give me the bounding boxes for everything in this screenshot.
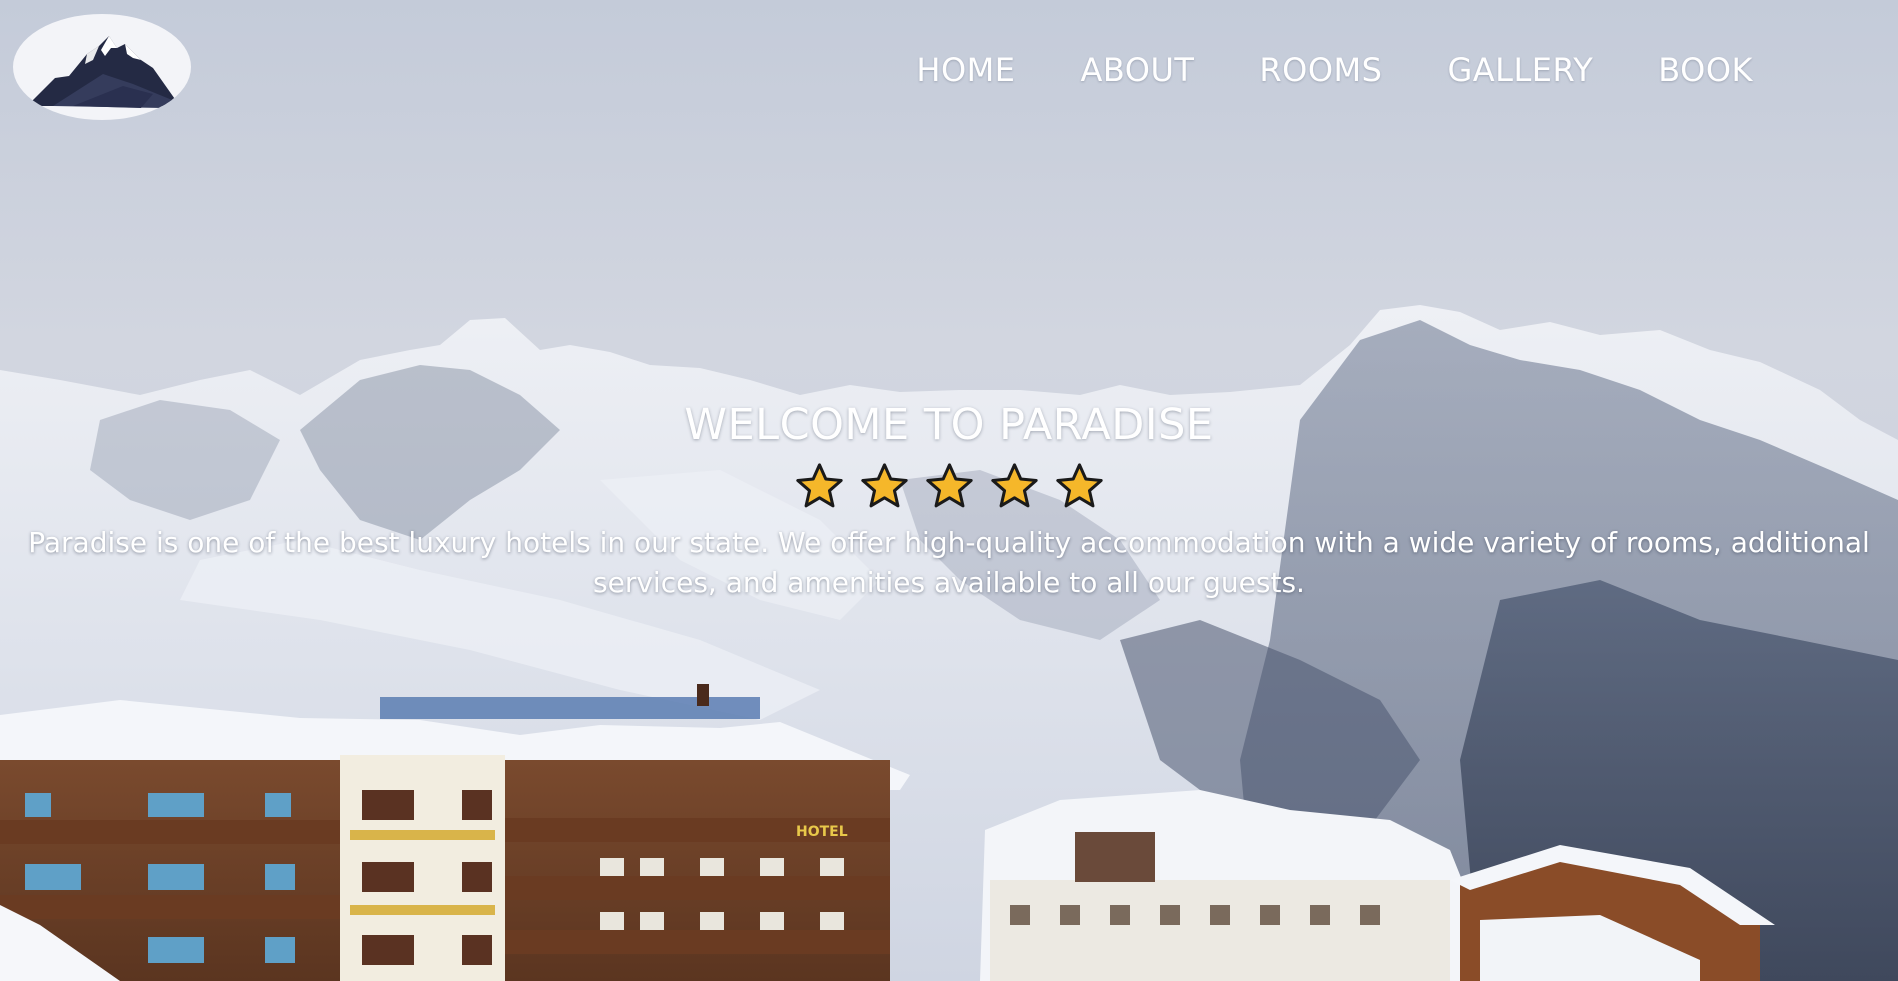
hero-section: HOTEL HOME ABOUT ROOMS GALLERY BOOK WELC… (0, 0, 1898, 981)
nav-about[interactable]: ABOUT (1080, 48, 1194, 92)
hotel-sign: HOTEL (796, 824, 848, 840)
star-icon (925, 463, 973, 508)
nav-home[interactable]: HOME (916, 48, 1015, 92)
star-icon (990, 463, 1038, 508)
mountain-icon (27, 36, 177, 108)
hero-content: WELCOME TO PARADISE Paradise is one of t… (0, 395, 1898, 603)
logo[interactable] (13, 14, 191, 120)
star-rating (0, 461, 1898, 513)
nav-rooms[interactable]: ROOMS (1259, 48, 1382, 92)
hotel-building-left: HOTEL (0, 684, 910, 981)
hero-description: Paradise is one of the best luxury hotel… (28, 526, 1870, 599)
nav-book[interactable]: BOOK (1658, 48, 1753, 92)
hero-title: WELCOME TO PARADISE (684, 400, 1214, 450)
star-icon (795, 463, 843, 508)
star-icon (860, 463, 908, 508)
nav-gallery[interactable]: GALLERY (1447, 48, 1593, 92)
main-nav: HOME ABOUT ROOMS GALLERY BOOK (916, 48, 1753, 92)
star-icon (1055, 463, 1103, 508)
